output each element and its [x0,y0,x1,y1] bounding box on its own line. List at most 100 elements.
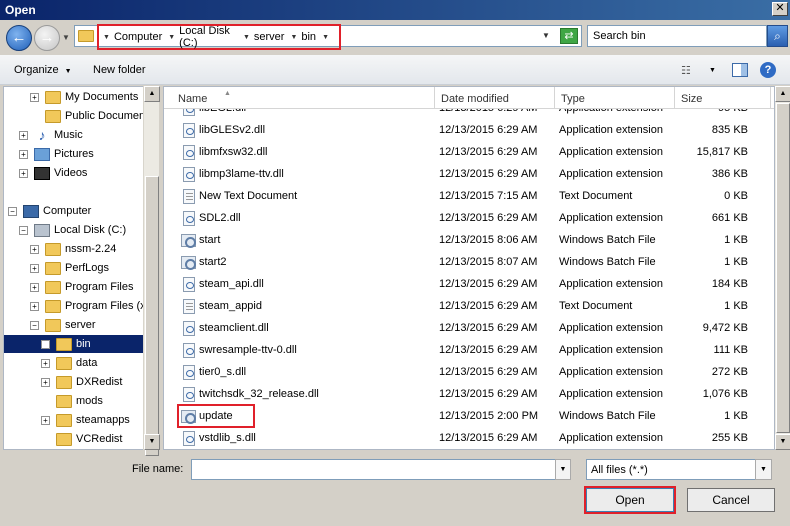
scroll-down-icon[interactable]: ▼ [144,434,160,450]
open-button[interactable]: Open [584,486,676,514]
column-size[interactable]: Size [675,87,771,109]
folder-icon [45,261,61,275]
expand-icon[interactable]: + [19,130,28,140]
chevron-right-icon[interactable]: ▼ [168,34,175,41]
file-name-dropdown[interactable]: ▼ [555,459,571,480]
breadcrumb: ▼ Computer ▼ Local Disk (C:) ▼ server ▼ bin ▼ [97,24,341,50]
file-name-input[interactable] [191,459,558,480]
file-row[interactable]: steam_appid 12/13/2015 6:29 AM Text Docume… [164,296,764,318]
preview-pane-icon[interactable] [732,63,748,77]
file-row[interactable]: steam_api.dll 12/13/2015 6:29 AM Applicati… [164,274,764,296]
tree-item-steamapps[interactable]: + steamapps [41,411,130,429]
file-row[interactable]: libGLESv2.dll 12/13/2015 6:29 AM Applicati… [164,120,764,142]
tree-item-server[interactable]: − server [30,316,96,334]
tree-item-data[interactable]: + data [41,354,97,372]
column-name[interactable]: Name ▲ [172,87,435,109]
tree-item-bin[interactable]: + bin [4,335,158,353]
file-row[interactable]: start2 12/13/2015 8:07 AM Windows Batch Fi… [164,252,764,274]
breadcrumb-server[interactable]: ▼ server [243,31,285,43]
expand-icon[interactable]: + [30,263,39,273]
scroll-up-icon[interactable]: ▲ [144,86,160,102]
forward-button[interactable]: → [34,25,60,51]
chevron-right-icon[interactable]: ▼ [103,34,110,41]
close-button[interactable]: ✕ [772,2,788,16]
file-row[interactable]: libmp3lame-ttv.dll 12/13/2015 6:29 AM Appl… [164,164,764,186]
chevron-right-icon[interactable]: ▼ [290,34,297,41]
file-row[interactable]: SDL2.dll 12/13/2015 6:29 AM Application ex… [164,208,764,230]
dll-file-icon [183,387,195,402]
breadcrumb-bin[interactable]: ▼ bin ▼ [290,31,333,43]
collapse-icon[interactable]: − [30,320,39,330]
tree-item-program-files[interactable]: + Program Files [30,278,133,296]
expand-icon[interactable]: + [30,282,39,292]
file-date: 12/13/2015 6:29 AM [439,366,538,378]
search-input[interactable]: Search bin [587,25,767,47]
scrollbar-thumb[interactable] [776,103,790,433]
file-row[interactable]: New Text Document 12/13/2015 7:15 AM Text … [164,186,764,208]
file-row[interactable]: steamclient.dll 12/13/2015 6:29 AM Applica… [164,318,764,340]
tree-item-mods[interactable]: mods [56,392,103,410]
cancel-button[interactable]: Cancel [687,488,775,512]
column-type[interactable]: Type [555,87,675,109]
file-date: 12/13/2015 6:29 AM [439,388,538,400]
tree-item-public-documents[interactable]: Public Documents [45,107,154,125]
dll-file-icon [183,365,195,380]
expand-icon[interactable]: + [19,168,28,178]
search-icon[interactable]: ⌕ [767,25,788,47]
expand-icon[interactable]: + [41,339,50,349]
expand-icon[interactable]: + [41,358,50,368]
file-type: Application extension [559,168,663,180]
help-icon[interactable]: ? [760,62,776,78]
file-row[interactable]: swresample-ttv-0.dll 12/13/2015 6:29 AM Ap… [164,340,764,362]
tree-item-dxredist[interactable]: + DXRedist [41,373,122,391]
tree-item-local-disk[interactable]: − Local Disk (C:) [19,221,126,239]
filter-dropdown[interactable]: ▼ [755,459,772,480]
tree-item-videos[interactable]: + Videos [19,164,87,182]
address-bar[interactable]: ▼ Computer ▼ Local Disk (C:) ▼ server ▼ bin ▼ [74,24,582,50]
address-dropdown[interactable]: ▼ [542,31,550,40]
file-date: 12/13/2015 6:29 AM [439,124,538,136]
tree-item-nssm[interactable]: + nssm-2.24 [30,240,116,258]
file-row[interactable]: libmfxsw32.dll 12/13/2015 6:29 AM Applicat… [164,142,764,164]
file-row[interactable]: start 12/13/2015 8:06 AM Windows Batch Fil… [164,230,764,252]
tree-scrollbar[interactable]: ▲ ▼ [143,86,160,456]
tree-item-vcredist[interactable]: VCRedist [56,430,122,448]
file-row[interactable]: twitchsdk_32_release.dll 12/13/2015 6:29 … [164,384,764,406]
views-dropdown[interactable]: ▼ [709,67,716,74]
new-folder-button[interactable]: New folder [93,64,146,76]
expand-icon[interactable]: + [30,92,39,102]
scroll-up-icon[interactable]: ▲ [775,86,790,102]
back-button[interactable]: ← [6,25,32,51]
expand-icon[interactable]: + [30,244,39,254]
tree-item-pictures[interactable]: + Pictures [19,145,94,163]
folder-icon [78,30,94,42]
breadcrumb-local-disk[interactable]: ▼ Local Disk (C:) [168,25,237,49]
view-details-icon[interactable]: ☷ [681,64,691,77]
expand-icon[interactable]: + [30,301,39,311]
collapse-icon[interactable]: − [8,206,17,216]
tree-item-music[interactable]: + ♪ Music [19,126,83,144]
file-row[interactable]: tier0_s.dll 12/13/2015 6:29 AM Application… [164,362,764,384]
file-list-scrollbar[interactable]: ▲ ▼ [775,86,790,450]
scrollbar-thumb[interactable] [145,176,159,456]
refresh-button[interactable]: ⇄ [560,28,578,44]
tree-item-my-documents[interactable]: + My Documents [30,88,138,106]
tree-item-computer[interactable]: − Computer [8,202,91,220]
tree-item-program-files-x86[interactable]: + Program Files (x86) [30,297,158,315]
file-row[interactable]: vstdlib_s.dll 12/13/2015 6:29 AM Applicati… [164,428,764,449]
chevron-down-icon[interactable]: ▼ [322,34,329,41]
recent-pages-dropdown[interactable]: ▼ [62,33,70,42]
organize-button[interactable]: Organize ▼ [14,64,72,76]
expand-icon[interactable]: + [41,415,50,425]
tree-item-perflogs[interactable]: + PerfLogs [30,259,109,277]
breadcrumb-computer[interactable]: ▼ Computer [103,31,162,43]
expand-icon[interactable]: + [19,149,28,159]
expand-icon[interactable]: + [41,377,50,387]
file-type-filter[interactable]: All files (*.*) [586,459,756,480]
scroll-down-icon[interactable]: ▼ [775,434,790,450]
file-name: vstdlib_s.dll [199,432,256,444]
collapse-icon[interactable]: − [19,225,28,235]
column-date-modified[interactable]: Date modified [435,87,555,109]
window-title: Open [5,3,36,17]
chevron-right-icon[interactable]: ▼ [243,34,250,41]
